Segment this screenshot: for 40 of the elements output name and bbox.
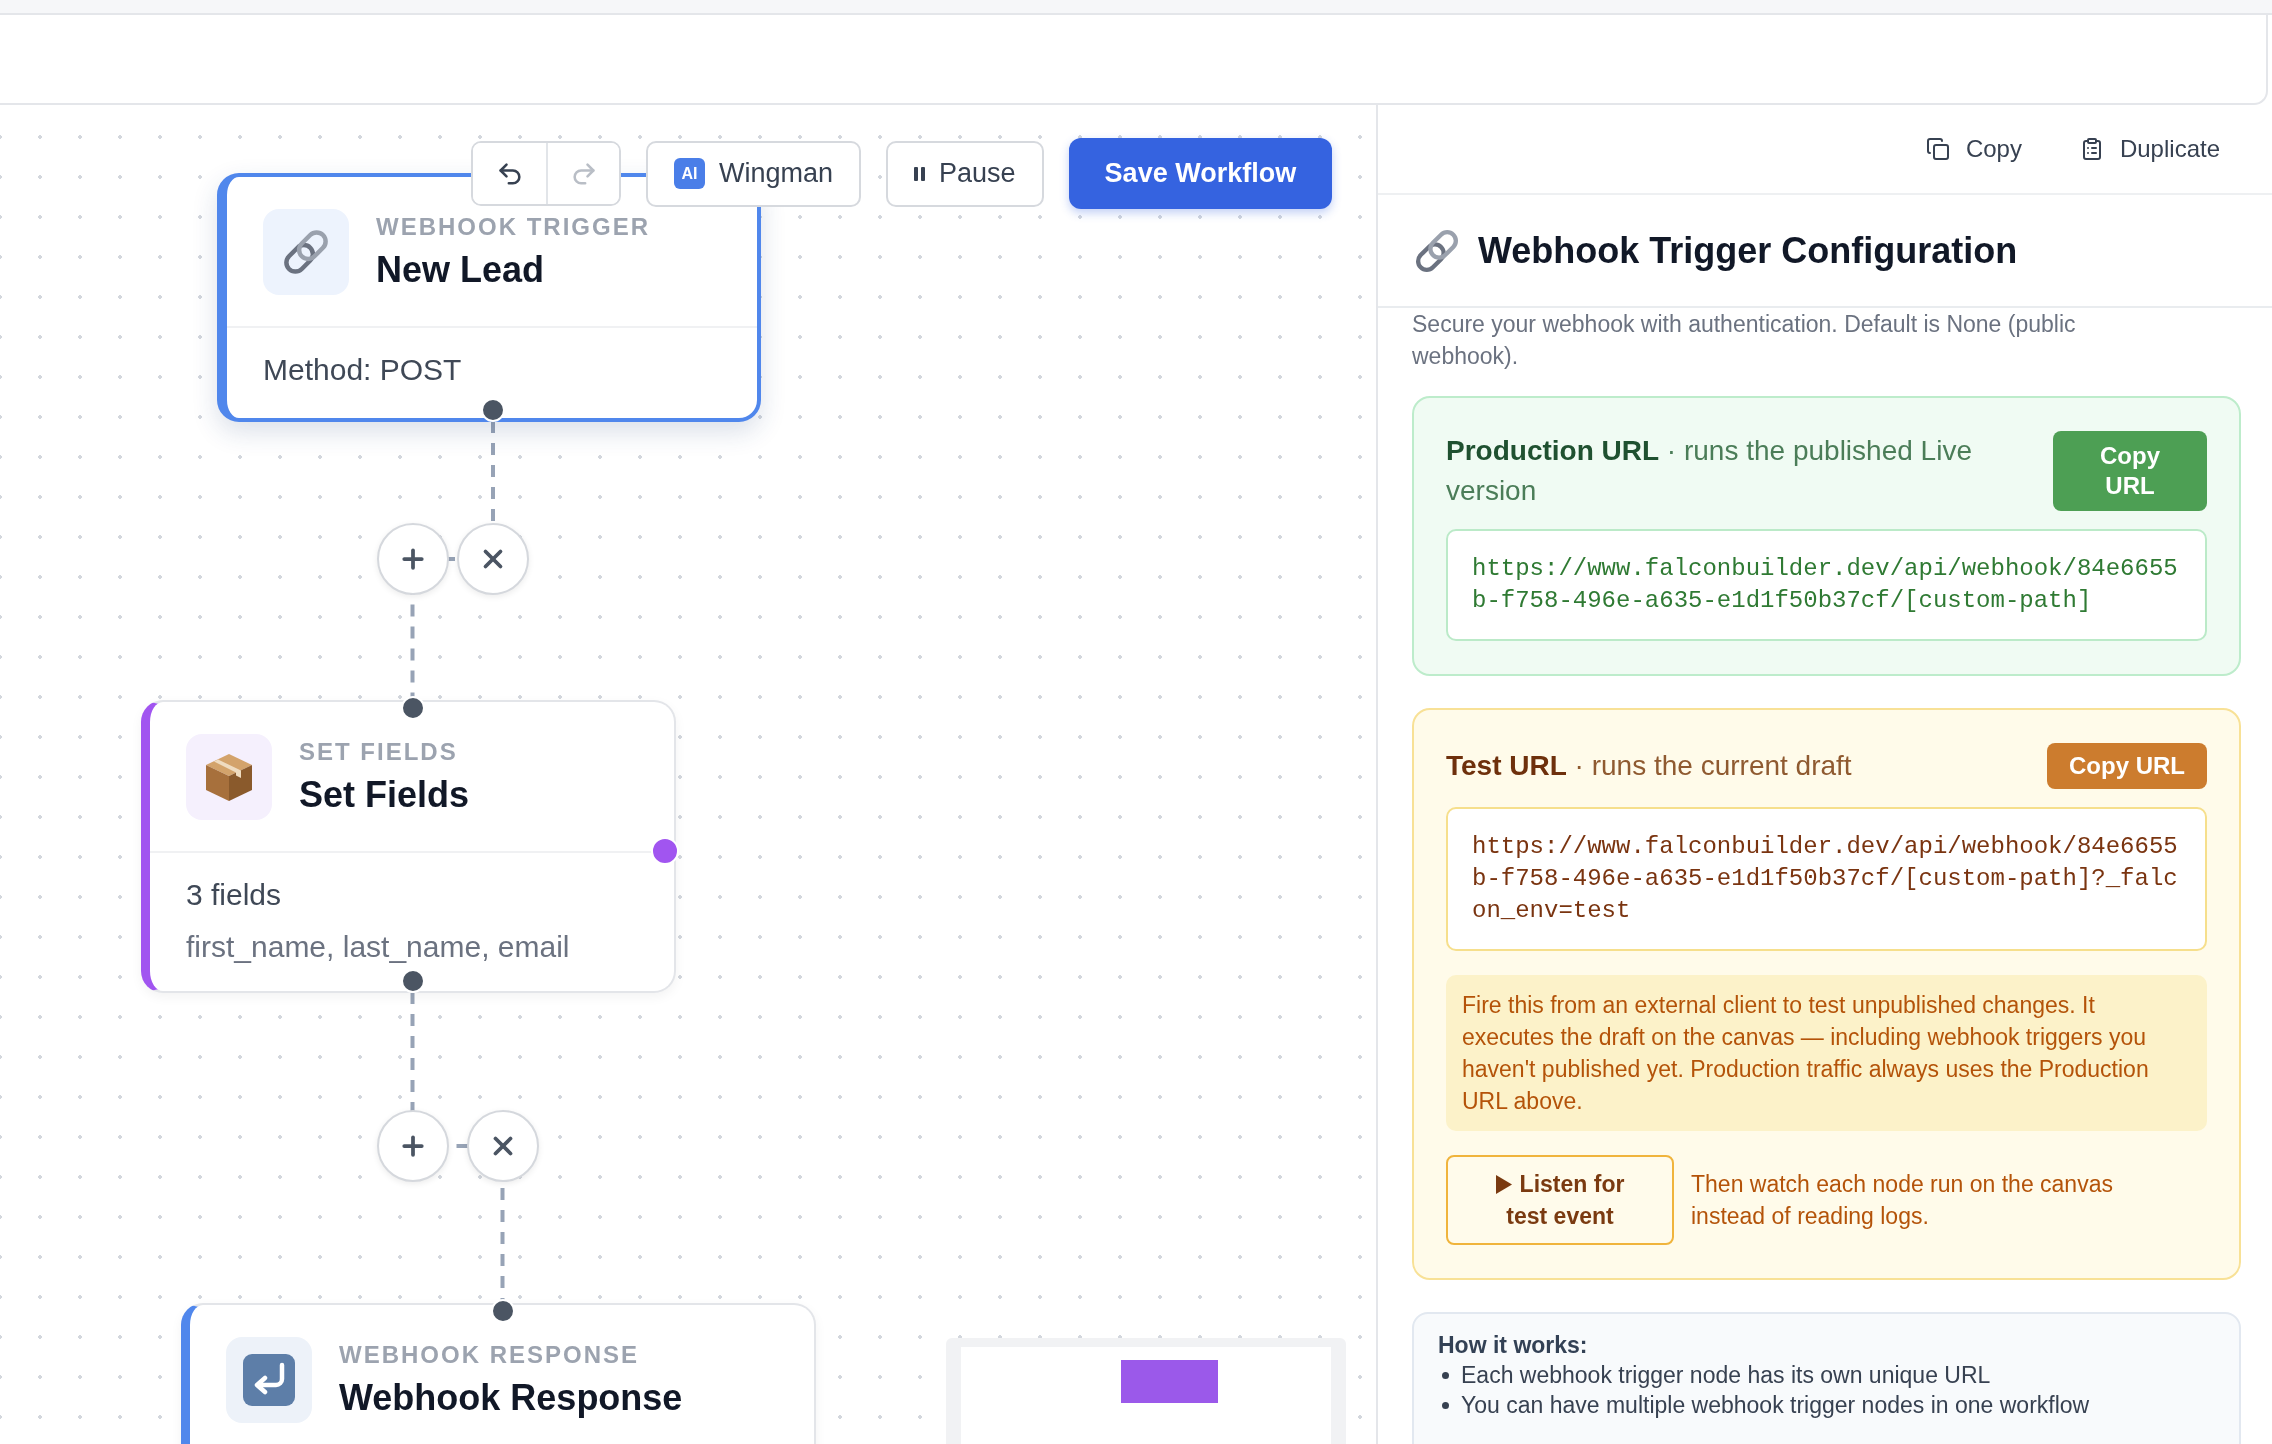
pause-label: Pause [939,158,1016,189]
copy-icon [1925,137,1950,161]
listen-hint: Then watch each node run on the canvas instead of reading logs. [1691,1170,2114,1231]
node-summary: Method: POST [263,352,463,388]
url-heading: Test URL · runs the current draft [1446,749,1853,783]
how-it-works-title: How it works: [1438,1331,1589,1360]
test-note: Fire this from an external client to test unpublished changes. It executes the draft on the canvas — including webhook triggers you haven't published yet. Production traffic always uses the Production URL above. [1446,975,2207,1131]
copy-button[interactable]: Copy [1913,127,2034,171]
webhook-url: https://www.falconbuilder.dev/api/webhook/84e6655b-f758-496e-a635-e1d1f50b37cf/[custom-path] [1446,529,2207,641]
workflow-node[interactable]: SET FIELDS Set Fields 3 fields first_name, last_name, email [141,700,676,993]
node-title: New Lead [376,247,546,292]
panel-title: Webhook Trigger Configuration [1478,229,2018,272]
url-heading: Production URL · runs the published Live version [1446,434,1973,508]
auth-hint: Secure your webhook with authentication. Default is None (public webhook). [1412,310,2077,371]
pause-button[interactable]: Pause [886,140,1044,207]
action-label: Copy [1965,135,2022,163]
ai-badge: AI [674,158,705,189]
node-type-label: SET FIELDS [299,736,459,767]
node-summary: 3 fields [186,877,283,913]
node-detail: first_name, last_name, email [186,929,571,965]
duplicate-button[interactable]: Duplicate [2067,127,2232,171]
webhook-url: https://www.falconbuilder.dev/api/webhook/84e6655b-f758-496e-a635-e1d1f50b37cf/[custom-path]?_falcon_env=test [1446,807,2207,951]
delete-edge-button[interactable] [457,523,529,595]
how-it-works-item: Each webhook trigger node has its own unique URL [1461,1361,1991,1390]
save-workflow-button[interactable]: Save Workflow [1068,138,1333,209]
node-title: Webhook Response [339,1375,683,1420]
bullet-icon [1442,1371,1449,1379]
pause-icon [914,166,926,181]
node-title: Set Fields [299,772,470,817]
action-label: Duplicate [2119,135,2220,163]
package-icon [186,733,272,820]
listen-button[interactable]: Listen for test event [1446,1155,1674,1245]
play-icon [1495,1175,1512,1194]
node-type-label: WEBHOOK TRIGGER [376,211,650,242]
how-it-works-item: You can have multiple webhook trigger nodes in one workflow [1461,1391,2090,1420]
chain-link-icon [263,208,349,295]
wingman-button[interactable]: AI Wingman [646,140,862,207]
workflow-node[interactable]: WEBHOOK RESPONSE Webhook Response [181,1303,816,1444]
bullet-icon [1442,1401,1449,1409]
node-type-label: WEBHOOK RESPONSE [339,1339,641,1370]
